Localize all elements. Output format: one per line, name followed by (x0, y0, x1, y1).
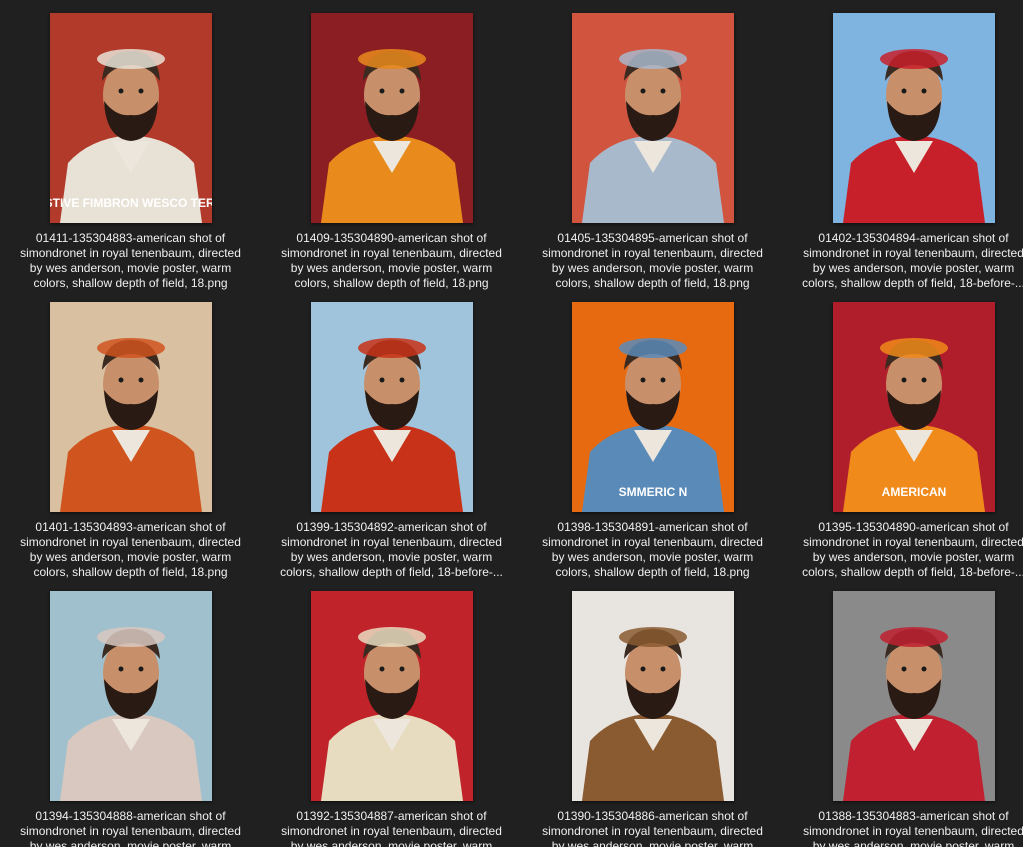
portrait-image (310, 13, 473, 223)
portrait-image (571, 13, 734, 223)
file-thumbnail[interactable] (49, 591, 212, 801)
poster-text: FESTIVE FIMBRON WESCO TERON (50, 196, 212, 210)
file-name-label[interactable]: 01401-135304893-american shot of simondr… (0, 520, 261, 580)
file-item[interactable]: 01388-135304883-american shot of simondr… (783, 578, 1023, 847)
file-name-label[interactable]: 01392-135304887-american shot of simondr… (261, 809, 522, 847)
file-item[interactable]: 01399-135304892-american shot of simondr… (261, 289, 522, 580)
file-name-label[interactable]: 01395-135304890-american shot of simondr… (783, 520, 1023, 580)
file-item[interactable]: 01394-135304888-american shot of simondr… (0, 578, 261, 847)
file-thumbnail[interactable] (832, 591, 995, 801)
file-thumbnail[interactable] (310, 13, 473, 223)
file-thumbnail[interactable]: SMMERIC N (571, 302, 734, 512)
file-item[interactable]: 01402-135304894-american shot of simondr… (783, 0, 1023, 291)
poster-text: SMMERIC N (618, 485, 687, 499)
file-name-label[interactable]: 01409-135304890-american shot of simondr… (261, 231, 522, 291)
file-name-label[interactable]: 01411-135304883-american shot of simondr… (0, 231, 261, 291)
file-thumbnail[interactable] (571, 13, 734, 223)
file-item[interactable]: 01401-135304893-american shot of simondr… (0, 289, 261, 580)
file-item[interactable]: 01405-135304895-american shot of simondr… (522, 0, 783, 291)
file-grid: FESTIVE FIMBRON WESCO TERON 01411-1353048… (0, 0, 1023, 847)
file-name-label[interactable]: 01398-135304891-american shot of simondr… (522, 520, 783, 580)
portrait-image (49, 591, 212, 801)
file-item[interactable]: AMERICAN 01395-135304890-american shot of… (783, 289, 1023, 580)
portrait-image (310, 591, 473, 801)
file-item[interactable]: 01392-135304887-american shot of simondr… (261, 578, 522, 847)
portrait-image (832, 13, 995, 223)
file-thumbnail[interactable] (310, 591, 473, 801)
file-name-label[interactable]: 01388-135304883-american shot of simondr… (783, 809, 1023, 847)
file-name-label[interactable]: 01394-135304888-american shot of simondr… (0, 809, 261, 847)
file-thumbnail[interactable] (310, 302, 473, 512)
file-item[interactable]: 01409-135304890-american shot of simondr… (261, 0, 522, 291)
portrait-image: AMERICAN (832, 302, 995, 512)
file-item[interactable]: SMMERIC N 01398-135304891-american shot o… (522, 289, 783, 580)
portrait-image: SMMERIC N (571, 302, 734, 512)
file-name-label[interactable]: 01399-135304892-american shot of simondr… (261, 520, 522, 580)
file-item[interactable]: FESTIVE FIMBRON WESCO TERON 01411-1353048… (0, 0, 261, 291)
portrait-image: FESTIVE FIMBRON WESCO TERON (49, 13, 212, 223)
file-name-label[interactable]: 01402-135304894-american shot of simondr… (783, 231, 1023, 291)
portrait-image (49, 302, 212, 512)
file-thumbnail[interactable] (571, 591, 734, 801)
file-thumbnail[interactable] (49, 302, 212, 512)
portrait-image (832, 591, 995, 801)
file-thumbnail[interactable] (832, 13, 995, 223)
file-thumbnail[interactable]: AMERICAN (832, 302, 995, 512)
file-name-label[interactable]: 01405-135304895-american shot of simondr… (522, 231, 783, 291)
file-thumbnail[interactable]: FESTIVE FIMBRON WESCO TERON (49, 13, 212, 223)
file-item[interactable]: 01390-135304886-american shot of simondr… (522, 578, 783, 847)
file-name-label[interactable]: 01390-135304886-american shot of simondr… (522, 809, 783, 847)
portrait-image (571, 591, 734, 801)
portrait-image (310, 302, 473, 512)
poster-text: AMERICAN (881, 485, 946, 499)
